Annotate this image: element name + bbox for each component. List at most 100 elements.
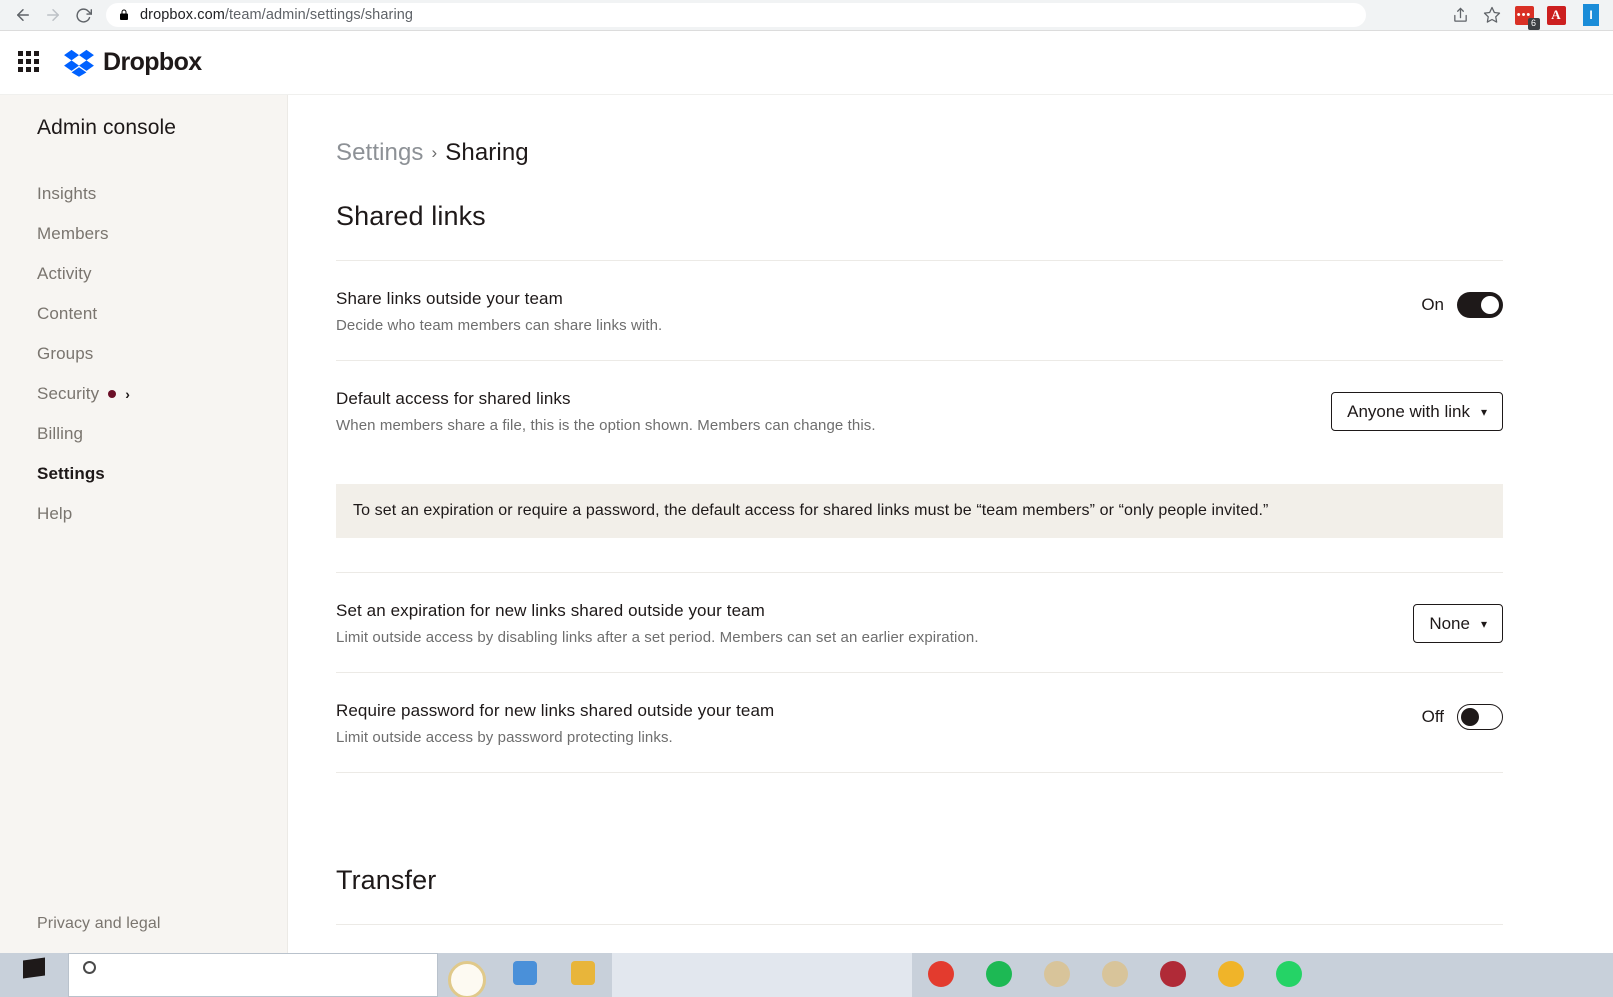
address-bar[interactable]: dropbox.com/team/admin/settings/sharing	[106, 3, 1366, 27]
url-domain: dropbox.com	[140, 7, 225, 23]
sidebar-title: Admin console	[37, 116, 177, 139]
taskview-icon[interactable]	[496, 953, 554, 997]
setting-text: Set an expiration for new links shared o…	[336, 601, 979, 646]
sidebar-item-label: Settings	[37, 464, 105, 483]
sidebar-item-label: Security	[37, 384, 100, 403]
privacy-and-legal-link[interactable]: Privacy and legal	[37, 915, 161, 933]
taskbar-search-input[interactable]	[68, 953, 438, 997]
setting-text: Default access for shared links When mem…	[336, 389, 876, 434]
setting-text: Require password for new links shared ou…	[336, 701, 774, 746]
app-icon[interactable]	[1144, 953, 1202, 997]
page-title: Shared links	[336, 201, 486, 231]
opera-icon[interactable]	[912, 953, 970, 997]
edge-beta-icon[interactable]	[1086, 953, 1144, 997]
chevron-down-icon: ▾	[1480, 404, 1487, 419]
edge-icon[interactable]	[1028, 953, 1086, 997]
extension-icon[interactable]: ••• 6	[1509, 0, 1540, 30]
setting-label: Require password for new links shared ou…	[336, 701, 775, 720]
cortana-icon[interactable]	[438, 953, 496, 997]
setting-label: Share links outside your team	[336, 289, 563, 308]
spotify-icon[interactable]	[970, 953, 1028, 997]
sidebar-item-label: Groups	[37, 344, 94, 363]
extension-dots-icon: •••	[1516, 9, 1532, 21]
sidebar-item-insights[interactable]: Insights	[0, 174, 287, 214]
sidebar-item-label: Members	[37, 224, 109, 243]
setting-description: Limit outside access by disabling links …	[336, 629, 979, 646]
expiration-dropdown[interactable]: None ▾	[1413, 604, 1503, 643]
notes-icon[interactable]	[1202, 953, 1260, 997]
sidebar-item-help[interactable]: Help	[0, 494, 287, 534]
folder-icon[interactable]	[554, 953, 612, 997]
forward-arrow-icon[interactable]	[38, 0, 68, 30]
setting-label: Default access for shared links	[336, 389, 571, 408]
setting-description: When members share a file, this is the o…	[336, 417, 876, 434]
taskbar-panel	[612, 953, 912, 997]
star-icon[interactable]	[1477, 0, 1507, 30]
dropdown-value: None	[1429, 613, 1470, 633]
setting-row-expiration: Set an expiration for new links shared o…	[336, 572, 1503, 673]
sidebar-item-members[interactable]: Members	[0, 214, 287, 254]
sidebar-item-settings[interactable]: Settings	[0, 454, 287, 494]
dropbox-logo-icon	[64, 49, 94, 77]
sidebar-item-label: Help	[37, 504, 73, 523]
setting-control: Off	[1422, 701, 1503, 730]
breadcrumb: Settings › Sharing	[336, 139, 1503, 167]
sidebar-item-activity[interactable]: Activity	[0, 254, 287, 294]
toggle-state-label: On	[1421, 295, 1444, 314]
windows-start-icon[interactable]	[0, 953, 68, 997]
dropbox-logo[interactable]: Dropbox	[64, 48, 202, 77]
setting-row-default-access: Default access for shared links When mem…	[336, 361, 1503, 460]
start-flag-glyph	[23, 957, 45, 979]
extension-badge-count: 6	[1527, 17, 1540, 30]
dropdown-value: Anyone with link	[1347, 401, 1470, 421]
sidebar-item-billing[interactable]: Billing	[0, 414, 287, 454]
setting-description: Decide who team members can share links …	[336, 317, 663, 334]
toggle-state-label: Off	[1421, 707, 1444, 726]
blue-ext-glyph: I	[1583, 4, 1599, 26]
sidebar-item-security[interactable]: Security ›	[0, 374, 287, 414]
default-access-dropdown[interactable]: Anyone with link ▾	[1331, 392, 1503, 431]
sidebar-item-label: Activity	[37, 264, 92, 283]
search-icon	[83, 961, 96, 974]
sidebar-item-label: Insights	[37, 184, 97, 203]
setting-text: Share links outside your team Decide who…	[336, 289, 662, 334]
setting-row-share-links-outside-team: Share links outside your team Decide who…	[336, 261, 1503, 361]
setting-description: Limit outside access by password protect…	[336, 729, 673, 746]
info-banner: To set an expiration or require a passwo…	[336, 484, 1503, 538]
transfer-divider	[336, 924, 1503, 925]
sidebar-item-content[interactable]: Content	[0, 294, 287, 334]
chevron-down-icon: ▾	[1480, 616, 1487, 631]
share-icon[interactable]	[1445, 0, 1475, 30]
reload-icon[interactable]	[68, 0, 98, 30]
transfer-section-title: Transfer	[336, 865, 437, 895]
apps-grid-icon[interactable]	[18, 50, 42, 75]
sidebar: Admin console Insights Members Activity …	[0, 95, 288, 997]
setting-control: None ▾	[1413, 601, 1503, 643]
setting-control: Anyone with link ▾	[1331, 389, 1503, 431]
page-body: Admin console Insights Members Activity …	[0, 95, 1613, 997]
breadcrumb-separator-icon: ›	[431, 143, 438, 162]
back-arrow-icon[interactable]	[8, 0, 38, 30]
security-notification-dot-icon	[108, 390, 117, 398]
browser-actions: ••• 6 A I	[1445, 0, 1605, 30]
share-links-toggle[interactable]	[1457, 292, 1503, 318]
dropbox-wordmark: Dropbox	[103, 48, 202, 76]
extension-red-icon: ••• 6	[1514, 5, 1540, 30]
whatsapp-icon[interactable]	[1260, 953, 1318, 997]
adobe-pdf-extension-icon[interactable]: A	[1541, 0, 1571, 30]
setting-control: On	[1421, 289, 1503, 318]
breadcrumb-current: Sharing	[445, 139, 529, 166]
toggle-knob	[1481, 296, 1499, 314]
chevron-right-icon: ›	[125, 386, 130, 402]
blue-extension-icon[interactable]: I	[1573, 0, 1603, 30]
breadcrumb-settings[interactable]: Settings	[336, 139, 424, 167]
url-path: /team/admin/settings/sharing	[224, 7, 414, 23]
sidebar-nav: Insights Members Activity Content Groups…	[0, 174, 287, 534]
setting-label: Set an expiration for new links shared o…	[336, 601, 765, 620]
main-content: Settings › Sharing Shared links Share li…	[288, 95, 1613, 997]
sidebar-item-label: Content	[37, 304, 98, 323]
require-password-toggle[interactable]	[1457, 704, 1503, 730]
sidebar-item-groups[interactable]: Groups	[0, 334, 287, 374]
dropbox-header: Dropbox	[0, 31, 1613, 95]
windows-taskbar	[0, 953, 1613, 997]
